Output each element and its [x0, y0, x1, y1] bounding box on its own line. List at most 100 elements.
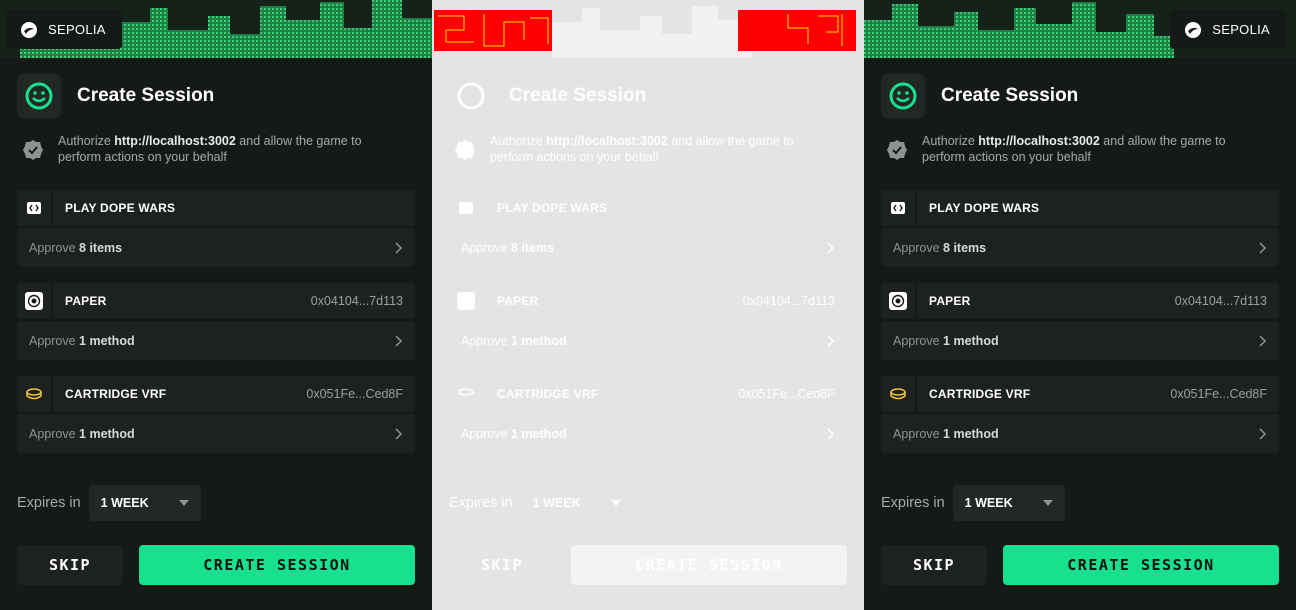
- network-label: SEPOLIA: [1212, 22, 1270, 37]
- policy-card-paper: PAPER 0x04104...7d113 Approve 1 method: [17, 283, 415, 360]
- contract-address[interactable]: 0x04104...7d113: [1175, 294, 1267, 308]
- contract-address[interactable]: 0x051Fe...Ced8F: [306, 387, 403, 401]
- approve-row[interactable]: Approve 8 items: [17, 228, 415, 267]
- chevron-right-icon: [395, 427, 403, 440]
- authorize-host: http://localhost:3002: [546, 134, 668, 148]
- approve-row[interactable]: Approve 1 method: [881, 321, 1279, 360]
- starknet-icon: [1184, 21, 1202, 39]
- approve-text: Approve 1 method: [893, 333, 999, 348]
- approve-row[interactable]: Approve 1 method: [17, 321, 415, 360]
- authorize-text: Authorize http://localhost:3002 and allo…: [58, 134, 362, 164]
- expiry-value: 1 WEEK: [964, 496, 1013, 510]
- authorize-notice: Authorize http://localhost:3002 and allo…: [454, 133, 834, 165]
- policy-card-vrf: CARTRIDGE VRF 0x051Fe...Ced8F Approve 1 …: [17, 376, 415, 453]
- page-title: Create Session: [941, 85, 1079, 106]
- policy-card-dope-wars: PLAY DOPE WARS Approve 8 items: [881, 190, 1279, 267]
- skip-button[interactable]: SKIP: [881, 545, 987, 585]
- network-badge[interactable]: SEPOLIA: [6, 10, 122, 49]
- policy-card-paper: PAPER 0x04104...7d113 Approve 1 method: [449, 283, 847, 360]
- contract-address[interactable]: 0x04104...7d113: [311, 294, 403, 308]
- policy-card-vrf: CARTRIDGE VRF 0x051Fe...Ced8F Approve 1 …: [449, 376, 847, 453]
- session-header: Create Session: [449, 74, 646, 118]
- caret-down-icon: [1042, 500, 1053, 506]
- card-name: PAPER: [929, 294, 971, 308]
- skip-button[interactable]: SKIP: [449, 545, 555, 585]
- approve-text: Approve 1 method: [461, 333, 567, 348]
- approve-text: Approve 1 method: [461, 426, 567, 441]
- approve-row[interactable]: Approve 1 method: [449, 414, 847, 453]
- approve-row[interactable]: Approve 8 items: [881, 228, 1279, 267]
- expires-row: Expires in 1 WEEK: [17, 485, 201, 521]
- paper-token-icon: [17, 283, 53, 319]
- approve-row[interactable]: Approve 1 method: [449, 321, 847, 360]
- card-name: PLAY DOPE WARS: [497, 201, 608, 215]
- verified-badge-icon: [455, 140, 475, 160]
- chevron-right-icon: [395, 241, 403, 254]
- paper-token-icon: [881, 283, 917, 319]
- expires-label: Expires in: [17, 495, 81, 511]
- chevron-right-icon: [1259, 427, 1267, 440]
- code-icon: [881, 190, 917, 226]
- create-session-button[interactable]: CREATE SESSION: [571, 545, 847, 585]
- page-title: Create Session: [77, 85, 215, 106]
- expiry-select[interactable]: 1 WEEK: [520, 485, 633, 521]
- session-panel-right: SEPOLIA Create Session Authorize http://…: [864, 0, 1296, 610]
- card-name: PAPER: [65, 294, 107, 308]
- approve-row[interactable]: Approve 8 items: [449, 228, 847, 267]
- approve-text: Approve 8 items: [893, 240, 987, 255]
- session-header: Create Session: [17, 74, 214, 118]
- card-name: CARTRIDGE VRF: [65, 387, 167, 401]
- chevron-right-icon: [827, 241, 835, 254]
- network-badge[interactable]: SEPOLIA: [1170, 10, 1286, 49]
- verified-badge-icon: [887, 140, 907, 160]
- code-icon: [449, 190, 485, 226]
- create-session-button[interactable]: CREATE SESSION: [1003, 545, 1279, 585]
- session-panel-left: SEPOLIA Create Session Authorize http://…: [0, 0, 432, 610]
- network-label: SEPOLIA: [48, 22, 106, 37]
- skip-button[interactable]: SKIP: [17, 545, 123, 585]
- chevron-right-icon: [1259, 334, 1267, 347]
- diff-highlight: [434, 10, 552, 51]
- diff-highlight: [738, 10, 856, 51]
- expiry-value: 1 WEEK: [532, 496, 581, 510]
- policy-card-paper: PAPER 0x04104...7d113 Approve 1 method: [881, 283, 1279, 360]
- card-name: CARTRIDGE VRF: [497, 387, 599, 401]
- smiley-logo-icon: [881, 74, 925, 118]
- authorize-text: Authorize http://localhost:3002 and allo…: [490, 134, 794, 164]
- card-name: PLAY DOPE WARS: [929, 201, 1040, 215]
- policy-card-dope-wars: PLAY DOPE WARS Approve 8 items: [17, 190, 415, 267]
- contract-address[interactable]: 0x051Fe...Ced8F: [1170, 387, 1267, 401]
- card-name: PLAY DOPE WARS: [65, 201, 176, 215]
- authorize-notice: Authorize http://localhost:3002 and allo…: [886, 133, 1266, 165]
- approve-text: Approve 1 method: [29, 333, 135, 348]
- expiry-value: 1 WEEK: [100, 496, 149, 510]
- approve-text: Approve 8 items: [461, 240, 555, 255]
- card-name: CARTRIDGE VRF: [929, 387, 1031, 401]
- chevron-right-icon: [395, 334, 403, 347]
- verified-badge-icon: [23, 140, 43, 160]
- vrf-coin-icon: [881, 376, 917, 412]
- expires-label: Expires in: [881, 495, 945, 511]
- authorize-text: Authorize http://localhost:3002 and allo…: [922, 134, 1226, 164]
- contract-address[interactable]: 0x051Fe...Ced8F: [738, 387, 835, 401]
- page-title: Create Session: [509, 85, 647, 106]
- approve-row[interactable]: Approve 1 method: [17, 414, 415, 453]
- create-session-button[interactable]: CREATE SESSION: [139, 545, 415, 585]
- policy-card-dope-wars: PLAY DOPE WARS Approve 8 items: [449, 190, 847, 267]
- comparison-stage: SEPOLIA Create Session Authorize http://…: [0, 0, 1296, 610]
- chevron-right-icon: [827, 427, 835, 440]
- smiley-logo-icon: [449, 74, 493, 118]
- contract-address[interactable]: 0x04104...7d113: [743, 294, 835, 308]
- chevron-right-icon: [827, 334, 835, 347]
- approve-text: Approve 1 method: [893, 426, 999, 441]
- expiry-select[interactable]: 1 WEEK: [88, 485, 201, 521]
- chevron-right-icon: [1259, 241, 1267, 254]
- caret-down-icon: [610, 500, 621, 506]
- code-icon: [17, 190, 53, 226]
- starknet-icon: [20, 21, 38, 39]
- session-header: Create Session: [881, 74, 1078, 118]
- approve-row[interactable]: Approve 1 method: [881, 414, 1279, 453]
- expiry-select[interactable]: 1 WEEK: [952, 485, 1065, 521]
- expires-label: Expires in: [449, 495, 513, 511]
- session-panel-diff: Create Session Authorize http://localhos…: [432, 0, 864, 610]
